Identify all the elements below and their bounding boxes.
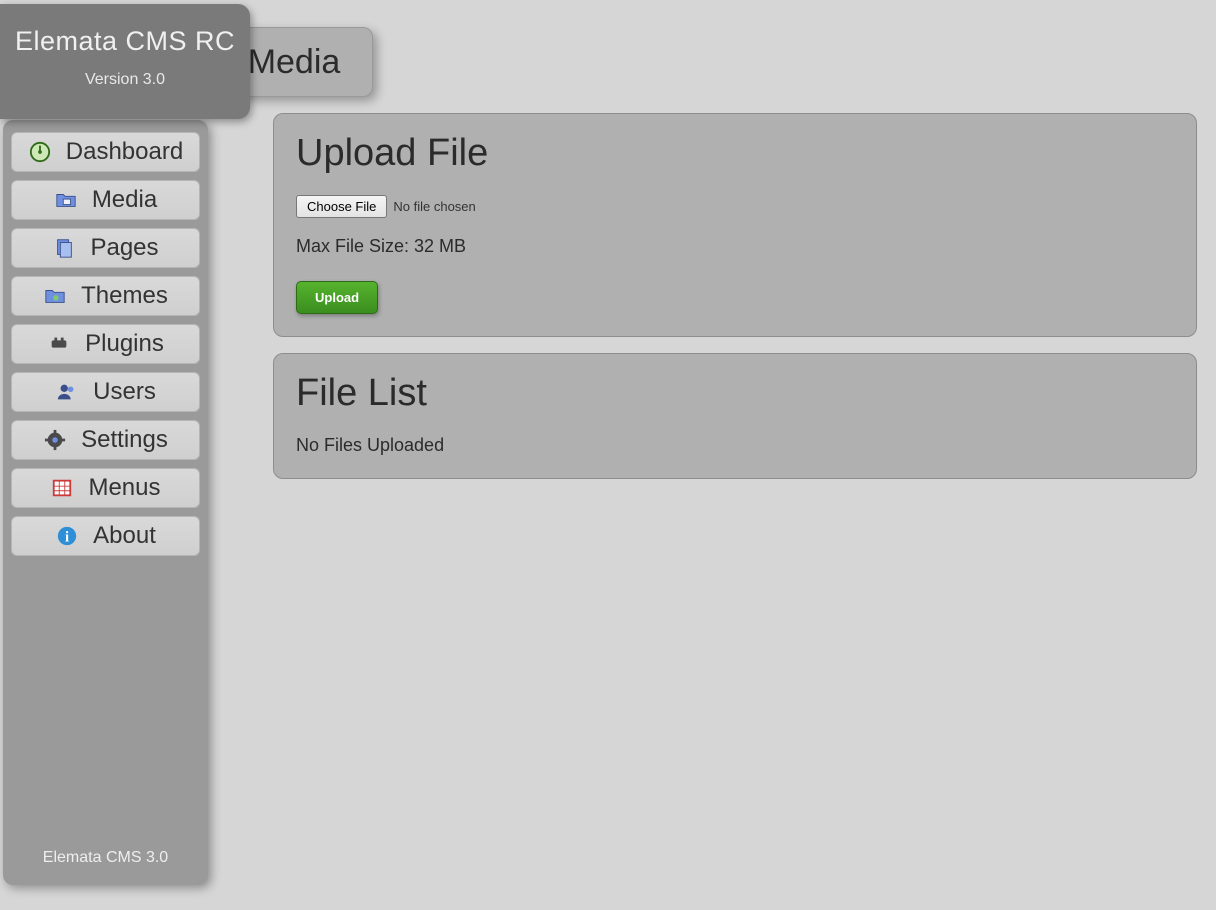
- sidebar-item-about[interactable]: i About: [11, 516, 200, 556]
- file-status-text: No file chosen: [393, 199, 475, 214]
- sidebar-item-plugins[interactable]: Plugins: [11, 324, 200, 364]
- settings-icon: [43, 428, 67, 452]
- dashboard-icon: [28, 140, 52, 164]
- sidebar-item-label: Media: [92, 186, 157, 214]
- file-list-empty-message: No Files Uploaded: [296, 435, 1174, 456]
- about-icon: i: [55, 524, 79, 548]
- sidebar-item-label: Menus: [88, 474, 160, 502]
- max-file-size-text: Max File Size: 32 MB: [296, 236, 1174, 257]
- sidebar-footer: Elemata CMS 3.0: [3, 849, 208, 867]
- pages-icon: [52, 236, 76, 260]
- svg-text:i: i: [65, 530, 69, 546]
- sidebar: Dashboard Media Pages Themes Plugins Use…: [3, 120, 208, 885]
- sidebar-item-label: About: [93, 522, 156, 550]
- sidebar-item-themes[interactable]: Themes: [11, 276, 200, 316]
- sidebar-item-label: Plugins: [85, 330, 164, 358]
- page-title-text: Media: [248, 43, 341, 82]
- upload-heading: Upload File: [296, 132, 1174, 175]
- sidebar-item-label: Pages: [90, 234, 158, 262]
- choose-file-button[interactable]: Choose File: [296, 195, 387, 218]
- sidebar-item-menus[interactable]: Menus: [11, 468, 200, 508]
- sidebar-item-label: Themes: [81, 282, 168, 310]
- menus-icon: [50, 476, 74, 500]
- sidebar-item-media[interactable]: Media: [11, 180, 200, 220]
- upload-panel: Upload File Choose File No file chosen M…: [273, 113, 1197, 337]
- themes-icon: [43, 284, 67, 308]
- media-icon: [54, 188, 78, 212]
- brand-version: Version 3.0: [0, 71, 250, 89]
- plugins-icon: [47, 332, 71, 356]
- brand-title: Elemata CMS RC: [0, 26, 250, 57]
- brand-header: Elemata CMS RC Version 3.0: [0, 4, 250, 119]
- users-icon: [55, 380, 79, 404]
- sidebar-item-pages[interactable]: Pages: [11, 228, 200, 268]
- upload-button[interactable]: Upload: [296, 281, 378, 314]
- sidebar-item-dashboard[interactable]: Dashboard: [11, 132, 200, 172]
- sidebar-item-label: Users: [93, 378, 156, 406]
- file-input-row: Choose File No file chosen: [296, 195, 1174, 218]
- file-list-panel: File List No Files Uploaded: [273, 353, 1197, 479]
- main-content: Upload File Choose File No file chosen M…: [273, 113, 1197, 495]
- sidebar-item-users[interactable]: Users: [11, 372, 200, 412]
- sidebar-item-settings[interactable]: Settings: [11, 420, 200, 460]
- sidebar-item-label: Dashboard: [66, 138, 183, 166]
- file-list-heading: File List: [296, 372, 1174, 415]
- sidebar-item-label: Settings: [81, 426, 168, 454]
